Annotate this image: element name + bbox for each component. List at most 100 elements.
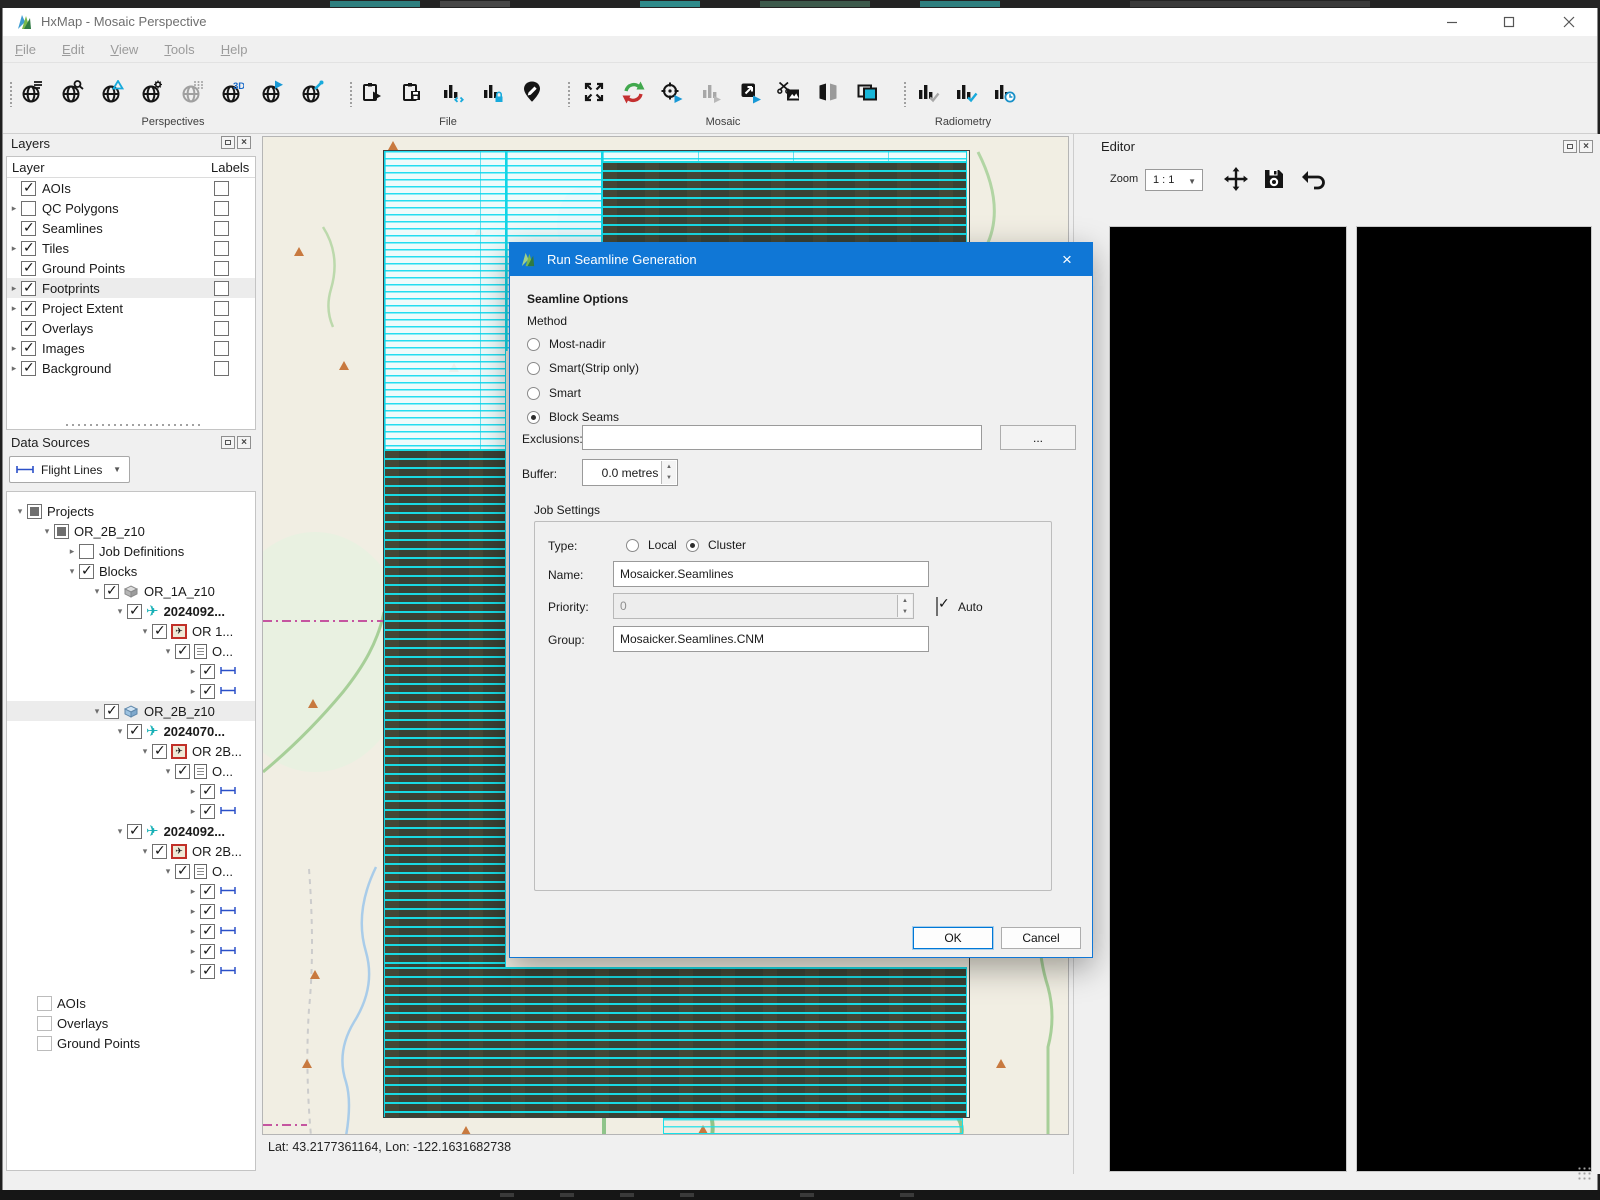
import-run-icon[interactable] [359,77,385,107]
source-type-dropdown[interactable]: Flight Lines ▼ [9,456,130,483]
labels-checkbox[interactable] [214,221,229,236]
close-panel-icon[interactable]: × [1579,140,1593,153]
radio-selected-icon[interactable] [686,539,699,552]
tree-row[interactable]: ▾✈2024092... [7,821,255,841]
auto-checkbox[interactable] [936,597,938,616]
panel-splitter[interactable] [63,422,203,428]
job-group-input[interactable]: Mosaicker.Seamlines.CNM [613,626,929,652]
tree-row-selected[interactable]: ▾OR_2B_z10 [7,701,255,721]
collapse-icon[interactable]: ▾ [40,526,54,537]
exclusions-input[interactable] [582,425,982,450]
tree-checkbox[interactable] [152,844,167,859]
method-option-most-nadir[interactable]: Most-nadir [527,336,606,352]
collapse-icon[interactable]: ▾ [138,846,152,857]
labels-checkbox[interactable] [214,281,229,296]
collapse-icon[interactable]: ▾ [113,826,127,837]
collapse-icon[interactable]: ▾ [138,626,152,637]
tree-checkbox[interactable] [79,544,94,559]
browse-exclusions-button[interactable]: ... [1000,425,1076,450]
expand-icon[interactable]: ▸ [186,686,200,697]
type-option-local[interactable]: Local [626,537,677,553]
radiometry-apply-icon[interactable] [953,77,979,107]
tree-checkbox[interactable] [127,824,142,839]
tree-checkbox[interactable] [200,964,215,979]
menu-file[interactable]: File [15,42,36,57]
layer-checkbox[interactable] [21,201,36,216]
layer-row[interactable]: ▸Images [7,338,255,358]
tree-row[interactable]: ▾OR_1A_z10 [7,581,255,601]
expand-icon[interactable]: ▸ [186,906,200,917]
toolbar-handle[interactable] [567,81,571,107]
overlap-view-icon[interactable] [854,77,880,107]
float-panel-icon[interactable] [1563,140,1577,153]
tree-row[interactable]: ▸Job Definitions [7,541,255,561]
tree-checkbox[interactable] [54,524,69,539]
tree-checkbox[interactable] [175,644,190,659]
expand-icon[interactable]: ▸ [65,546,79,557]
radio-icon[interactable] [626,539,639,552]
import-save-icon[interactable] [399,77,425,107]
expand-icon[interactable]: ▸ [186,946,200,957]
tree-row[interactable]: ▾Projects [7,501,255,521]
radiometry-schedule-icon[interactable] [991,77,1017,107]
expand-icon[interactable]: ▸ [7,243,21,254]
tree-checkbox[interactable] [200,944,215,959]
fit-extent-icon[interactable] [581,77,607,107]
tree-checkbox[interactable] [200,924,215,939]
pan-icon[interactable] [1224,167,1248,196]
close-panel-icon[interactable]: × [237,136,251,149]
tree-row[interactable]: ▸ [7,781,255,801]
collapse-icon[interactable]: ▾ [65,566,79,577]
tree-row[interactable]: ▸ [7,681,255,701]
collapse-icon[interactable]: ▾ [113,606,127,617]
tree-row[interactable]: ▾OR_2B_z10 [7,521,255,541]
list-item[interactable]: AOIs [7,993,255,1013]
float-panel-icon[interactable] [221,136,235,149]
tree-checkbox[interactable] [79,564,94,579]
layer-checkbox[interactable] [21,181,36,196]
tree-row[interactable]: ▸ [7,661,255,681]
layer-checkbox[interactable] [21,261,36,276]
dialog-close-icon[interactable]: × [1046,243,1088,276]
seamline-run-icon[interactable] [659,77,685,107]
tree-checkbox[interactable] [127,604,142,619]
collapse-icon[interactable]: ▾ [113,726,127,737]
expand-icon[interactable]: ▸ [7,303,21,314]
toolbar-handle[interactable] [903,81,907,107]
tree-row[interactable]: ▸ [7,801,255,821]
tree-row[interactable]: ▾O... [7,641,255,661]
statistics-run-disabled-icon[interactable] [698,77,724,107]
globe-search-icon[interactable] [59,77,85,107]
tree-checkbox[interactable] [175,764,190,779]
zoom-ratio-dropdown[interactable]: 1 : 1 ▼ [1145,169,1203,191]
cancel-button[interactable]: Cancel [1001,927,1081,949]
labels-checkbox[interactable] [214,341,229,356]
labels-checkbox[interactable] [214,261,229,276]
dialog-titlebar[interactable]: Run Seamline Generation × [510,243,1092,276]
tree-checkbox[interactable] [200,664,215,679]
save-icon[interactable] [1263,168,1285,195]
undo-icon[interactable] [1302,170,1326,195]
collapse-icon[interactable]: ▾ [138,746,152,757]
tree-row[interactable]: ▸ [7,901,255,921]
labels-checkbox[interactable] [214,181,229,196]
tree-checkbox[interactable] [200,784,215,799]
labels-checkbox[interactable] [214,361,229,376]
close-panel-icon[interactable]: × [237,436,251,449]
maximize-icon[interactable] [1486,8,1532,36]
job-name-input[interactable]: Mosaicker.Seamlines [613,561,929,587]
ok-button[interactable]: OK [913,927,993,949]
item-checkbox[interactable] [37,1016,52,1031]
tree-checkbox[interactable] [127,724,142,739]
radiometry-review-icon[interactable] [915,77,941,107]
refresh-icon[interactable] [620,77,646,107]
tree-row[interactable]: ▾O... [7,861,255,881]
globe-tools-icon[interactable] [299,77,325,107]
method-option-smart-strip[interactable]: Smart(Strip only) [527,360,639,376]
statistics-options-icon[interactable] [439,77,465,107]
layer-checkbox[interactable] [21,281,36,296]
tree-checkbox[interactable] [27,504,42,519]
tree-checkbox[interactable] [152,624,167,639]
collapse-icon[interactable]: ▾ [161,766,175,777]
layer-row[interactable]: ▸Background [7,358,255,378]
